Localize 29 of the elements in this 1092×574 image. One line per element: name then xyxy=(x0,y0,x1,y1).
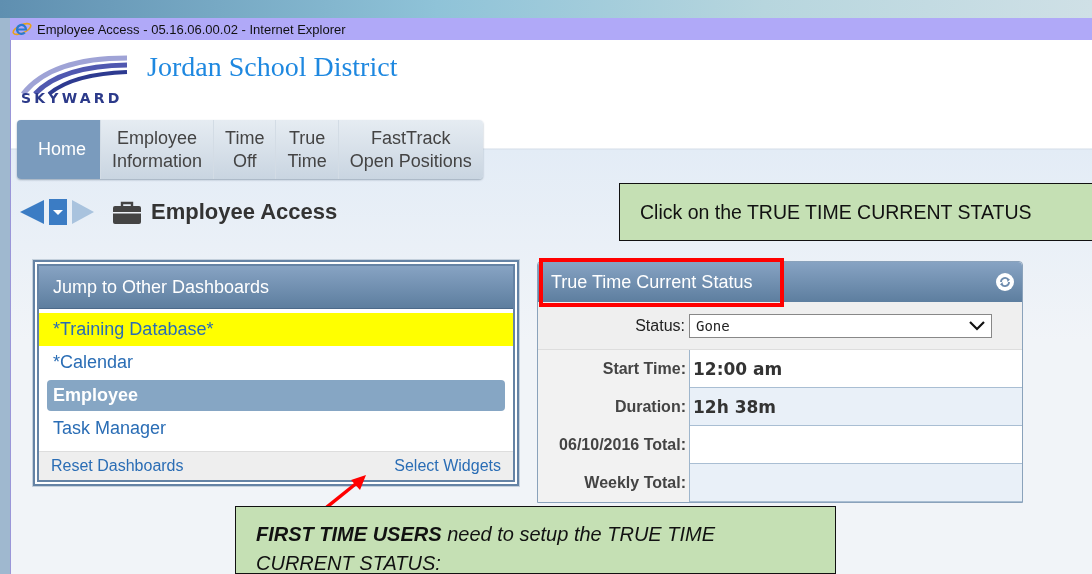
briefcase-icon xyxy=(113,200,141,224)
panel-title: True Time Current Status xyxy=(551,271,753,293)
dropdown-icon[interactable] xyxy=(49,199,67,225)
page-title: Employee Access xyxy=(151,199,338,225)
browser-e-icon xyxy=(12,20,32,38)
district-name: Jordan School District xyxy=(147,51,398,83)
callout-note: Click on the TRUE TIME CURRENT STATUS xyxy=(619,183,1092,241)
window-title: Employee Access - 05.16.06.00.02 - Internet Explorer xyxy=(37,21,346,37)
nav-tab[interactable]: Home xyxy=(17,120,100,179)
nav-tab[interactable]: True Time xyxy=(275,120,338,179)
footer-link[interactable]: Reset Dashboards xyxy=(51,457,184,475)
dashboard-item[interactable]: *Calendar xyxy=(39,346,513,379)
swoosh-logo-icon xyxy=(21,54,129,94)
dashboard-item[interactable]: Task Manager xyxy=(39,412,513,445)
field-value: 12h 38m xyxy=(690,388,1022,426)
logo-wordmark: SKYWARD xyxy=(21,90,124,106)
callout-note: FIRST TIME USERS need to setup the TRUE TIME CURRENT STATUS: xyxy=(235,506,836,574)
chevron-down-icon xyxy=(969,320,985,331)
dashboard-item[interactable]: *Training Database* xyxy=(39,313,513,346)
panel-header: Jump to Other Dashboards xyxy=(39,266,513,309)
nav-tab[interactable]: Time Off xyxy=(213,120,276,179)
back-arrow-icon[interactable] xyxy=(19,199,45,225)
nav-tab[interactable]: FastTrack Open Positions xyxy=(337,120,483,179)
refresh-icon[interactable] xyxy=(996,273,1014,291)
status-label: Status: xyxy=(635,316,685,335)
status-dropdown[interactable]: Gone xyxy=(689,313,992,338)
footer-link[interactable]: Select Widgets xyxy=(394,457,501,475)
field-value: 12:00 am xyxy=(690,350,1022,388)
nav-tab[interactable]: Employee Information xyxy=(100,120,214,179)
